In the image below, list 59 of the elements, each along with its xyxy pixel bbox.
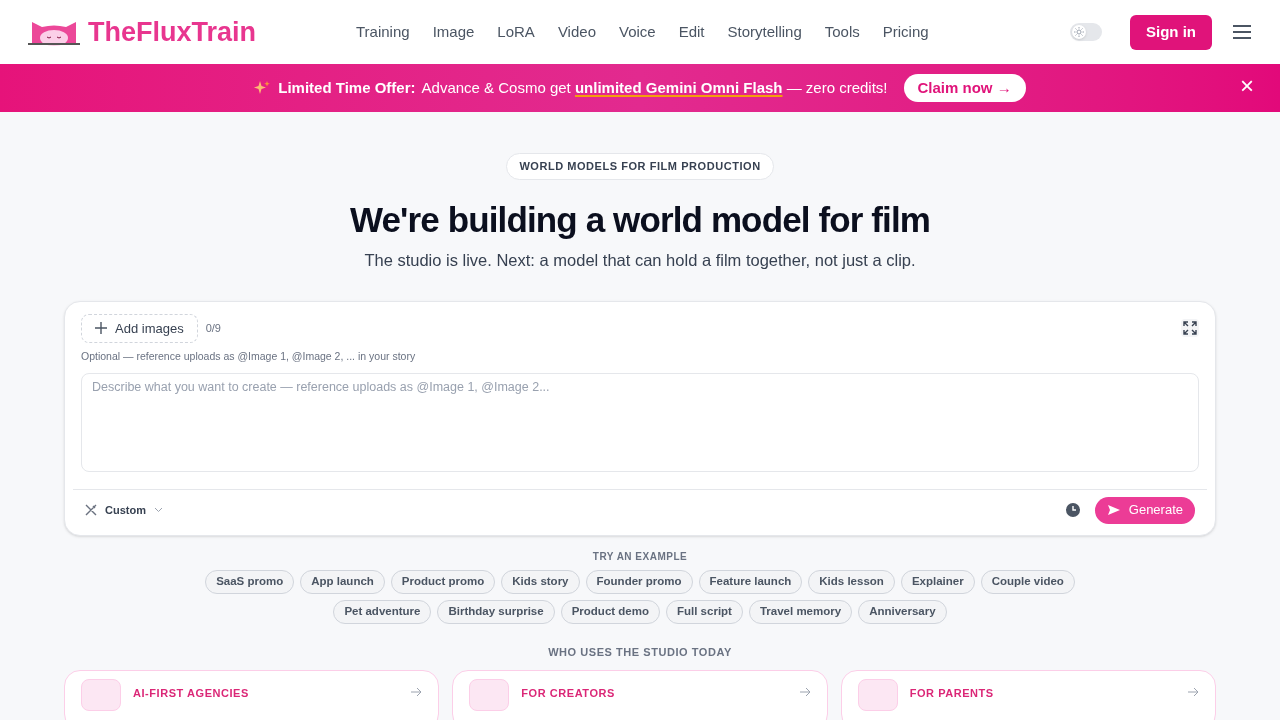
example-chip[interactable]: Birthday surprise (437, 599, 555, 624)
example-chip[interactable]: Travel memory (748, 599, 853, 624)
offer-text: Advance & Cosmo get unlimited Gemini Omni Flash — zero credits! (421, 77, 888, 98)
nav-link[interactable]: Image (432, 20, 475, 44)
examples-heading: TRY AN EXAMPLE (592, 549, 688, 564)
example-chip[interactable]: Product promo (390, 569, 496, 594)
theme-toggle[interactable] (1070, 23, 1102, 41)
expand-icon[interactable] (1181, 319, 1199, 338)
tools-icon (85, 504, 97, 516)
sun-icon (1074, 27, 1084, 37)
nav-link[interactable]: LoRA (497, 20, 535, 44)
chevron-down-icon (153, 507, 163, 513)
card-title: FOR PARENTS (909, 686, 994, 701)
close-button[interactable]: × (1240, 74, 1254, 98)
upload-hint: Optional — reference uploads as @Image 1, @Image 2, ... in your story (81, 348, 417, 364)
mode-dropdown[interactable]: Custom (85, 501, 163, 519)
nav-link[interactable]: Pricing (882, 20, 929, 44)
image-count: 0/9 (205, 321, 221, 336)
send-icon (1106, 504, 1121, 516)
nav-link[interactable]: Voice (618, 20, 656, 44)
example-chip[interactable]: Feature launch (698, 569, 803, 594)
audience-card[interactable]: FOR CREATORS (452, 670, 828, 720)
example-chip[interactable]: Kids story (501, 569, 580, 594)
example-chip[interactable]: Product demo (560, 599, 660, 624)
brand-name[interactable]: TheFluxTrain (88, 11, 257, 53)
sign-in-button[interactable]: Sign in (1130, 14, 1212, 50)
example-chip[interactable]: Anniversary (858, 599, 947, 624)
card-title: AI-FIRST AGENCIES (133, 686, 249, 701)
example-chip[interactable]: Explainer (900, 569, 975, 594)
arrow-right-icon (1187, 687, 1199, 697)
example-chip[interactable]: App launch (300, 569, 385, 594)
section-badge: WORLD MODELS FOR FILM PRODUCTION (506, 153, 774, 180)
example-chip[interactable]: SaaS promo (205, 569, 295, 594)
audience-card[interactable]: FOR PARENTS (840, 670, 1216, 720)
arrow-right-icon (410, 687, 423, 697)
add-images-button[interactable]: Add images (81, 313, 198, 343)
card-title: FOR CREATORS (521, 686, 615, 701)
hero-subtitle: The studio is live. Next: a model that can hold a film together, not just a clip. (364, 250, 916, 271)
audience-heading: WHO USES THE STUDIO TODAY (548, 644, 732, 660)
example-chip[interactable]: Couple video (980, 569, 1075, 594)
example-chip[interactable]: Founder promo (585, 569, 693, 594)
example-chip[interactable]: Pet adventure (333, 599, 432, 624)
offer-label: Limited Time Offer: (278, 77, 416, 98)
nav-link[interactable]: Tools (824, 20, 860, 44)
nav-link[interactable]: Edit (678, 20, 705, 44)
plus-icon (95, 322, 107, 335)
nav-link[interactable]: Video (557, 20, 596, 44)
nav-link[interactable]: Storytelling (727, 20, 802, 44)
prompt-input[interactable]: Describe what you want to create — reference uploads as @Image 1, @Image 2... (81, 372, 1199, 472)
generate-button[interactable]: Generate (1094, 496, 1195, 524)
example-chip[interactable]: Kids lesson (808, 569, 895, 594)
example-chip[interactable]: Full script (666, 599, 743, 624)
arrow-right-icon (798, 687, 811, 697)
nav-link[interactable]: Training (356, 20, 410, 44)
hero-title: We're building a world model for film (349, 198, 931, 241)
claim-now-button[interactable]: Claim now → (903, 74, 1026, 102)
menu-icon[interactable] (1232, 24, 1252, 40)
audience-card[interactable]: AI-FIRST AGENCIES (64, 670, 440, 720)
clock-icon[interactable] (1065, 503, 1080, 517)
